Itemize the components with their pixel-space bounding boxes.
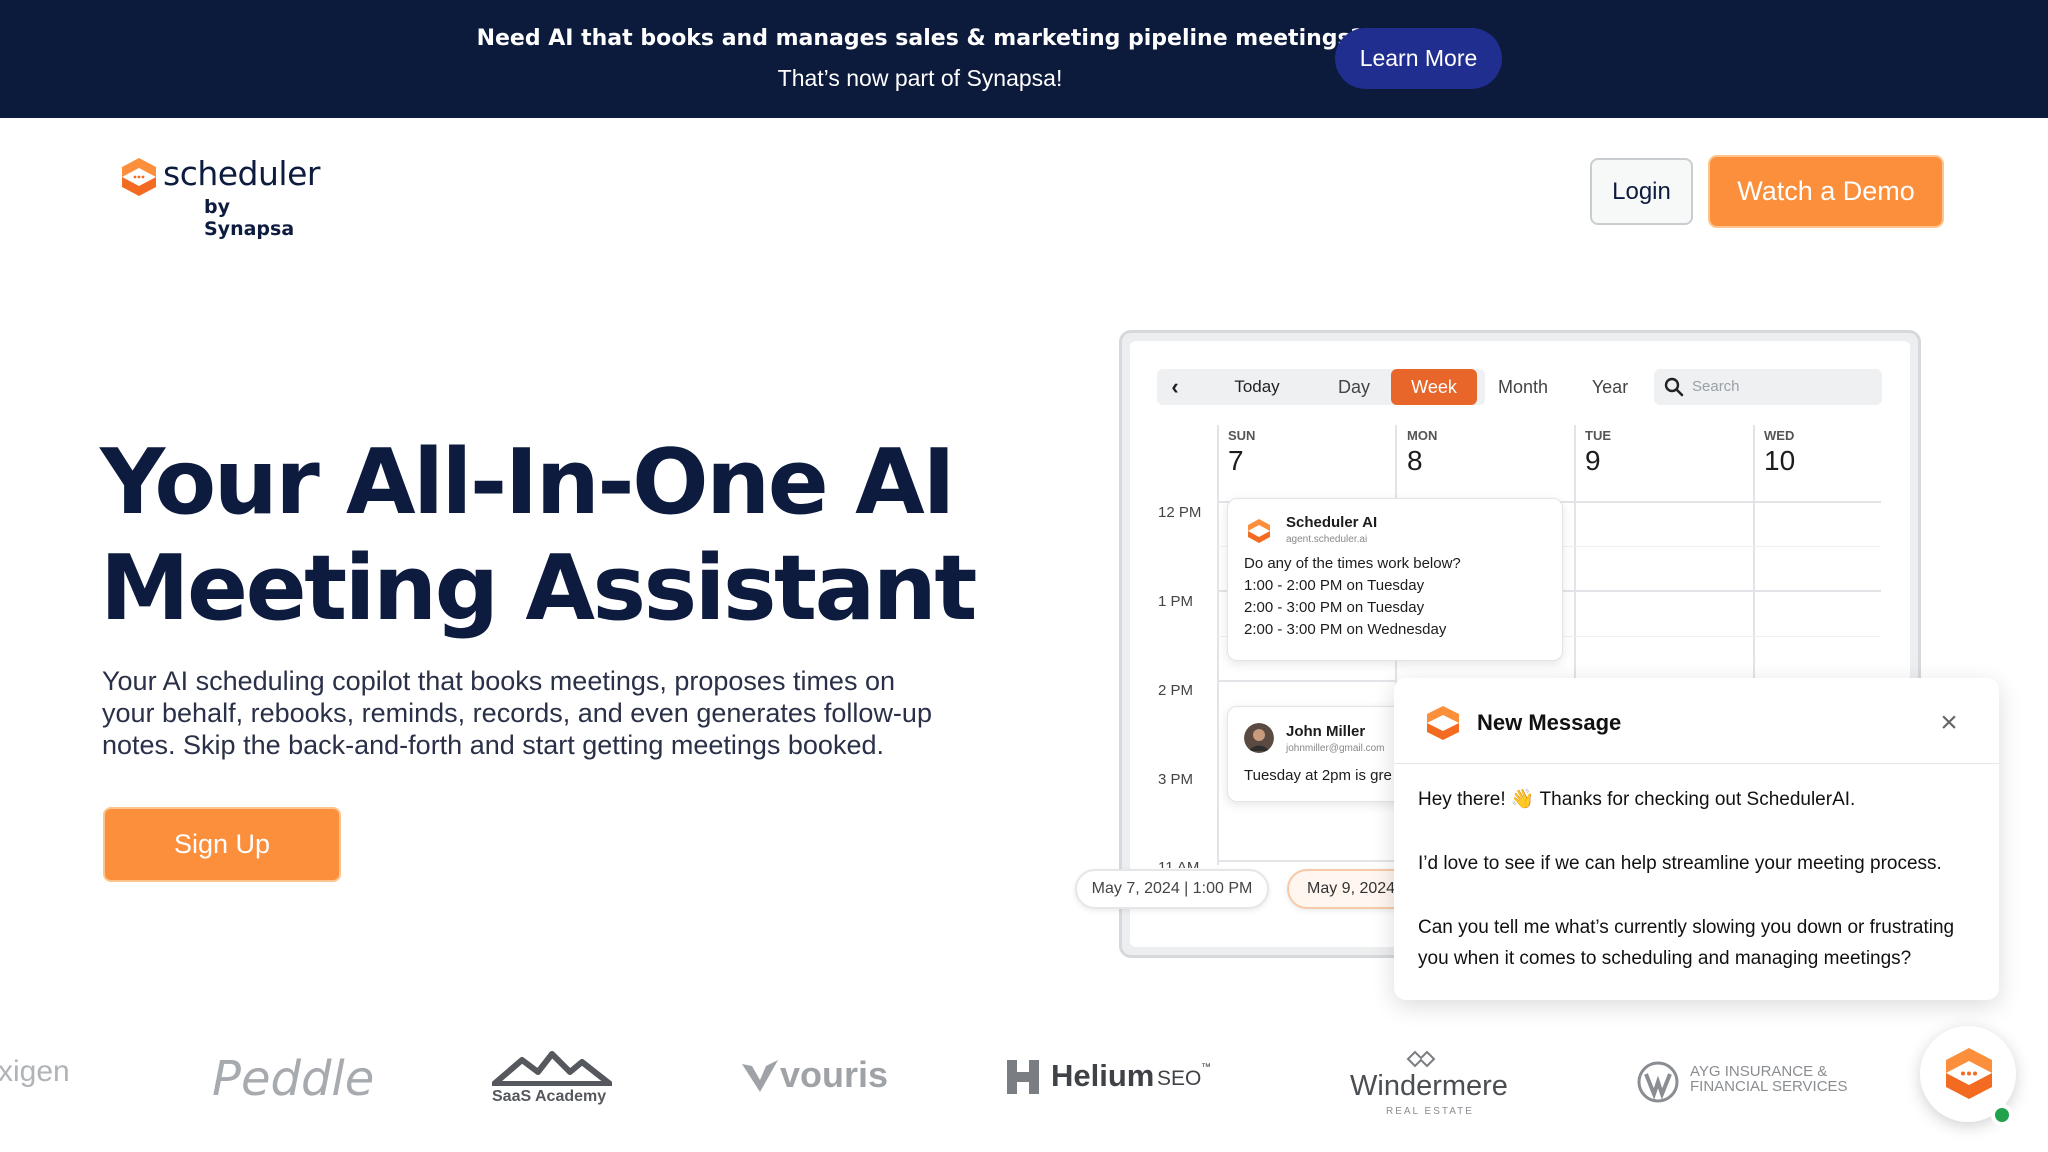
day-number: 9 [1585, 445, 1601, 476]
time-label-2pm: 2 PM [1158, 682, 1194, 699]
ayg-label-line-1: AYG INSURANCE & [1690, 1063, 1828, 1080]
hero-title: Your All-In-One AI Meeting Assistant [100, 430, 1000, 642]
day-name: SUN [1228, 428, 1256, 443]
hero-subtitle: Your AI scheduling copilot that books me… [102, 665, 1022, 761]
day-number: 10 [1764, 445, 1796, 476]
grid-line [1217, 425, 1219, 865]
search-placeholder: Search [1692, 378, 1740, 395]
date-pill: May 7, 2024 | 1:00 PM [1075, 869, 1269, 909]
ayg-insurance-logo: AYG INSURANCE & FINANCIAL SERVICES [1636, 1060, 1876, 1104]
windermere-label: Windermere [1350, 1070, 1508, 1102]
helium-mark-icon [1007, 1060, 1039, 1094]
saas-academy-logo: SaaS Academy [491, 1050, 613, 1110]
event-sender-email: johnmiller@gmail.com [1286, 743, 1385, 754]
learn-more-button[interactable]: Learn More [1335, 28, 1502, 89]
saas-academy-label: SaaS Academy [492, 1088, 607, 1105]
scheduler-logo-icon [122, 158, 156, 196]
day-header-wed: WED 10 [1764, 428, 1795, 477]
event-line: Do any of the times work below? [1244, 555, 1461, 572]
time-label-11am: 11 AM [1158, 859, 1200, 868]
event-sender-email: agent.scheduler.ai [1286, 534, 1368, 545]
today-button[interactable]: Today [1207, 369, 1307, 405]
chat-header: New Message × [1394, 678, 1999, 764]
time-label-1pm: 1 PM [1158, 593, 1194, 610]
event-message: Tuesday at 2pm is gre [1244, 767, 1392, 784]
ayg-label: AYG INSURANCE & FINANCIAL SERVICES [1690, 1064, 1848, 1094]
hero-subtitle-line-2: your behalf, rebooks, reminds, records, … [102, 698, 932, 728]
tab-month[interactable]: Month [1490, 369, 1556, 405]
event-sender-name: Scheduler AI [1286, 514, 1378, 531]
event-sender-name: John Miller [1286, 723, 1366, 740]
banner-text: Need AI that books and manages sales & m… [400, 22, 1440, 96]
chat-title: New Message [1477, 710, 1622, 735]
vouris-mark-icon [742, 1060, 778, 1092]
ayg-label-line-2: FINANCIAL SERVICES [1690, 1078, 1848, 1095]
event-line: 2:00 - 3:00 PM on Tuesday [1244, 599, 1425, 616]
time-label-3pm: 3 PM [1158, 771, 1194, 788]
chat-message-2: I’d love to see if we can help streamlin… [1418, 853, 1942, 874]
event-line: 1:00 - 2:00 PM on Tuesday [1244, 577, 1425, 594]
event-line: 2:00 - 3:00 PM on Wednesday [1244, 621, 1447, 638]
close-icon[interactable]: × [1934, 708, 1964, 738]
grid-line [1753, 425, 1755, 685]
logo-name: scheduler [163, 154, 320, 193]
windermere-logo: Windermere REAL ESTATE [1350, 1050, 1508, 1117]
oxygen-logo: xigen [0, 1055, 70, 1088]
day-header-sun: SUN 7 [1228, 428, 1255, 477]
helium-seo-label: SEO [1157, 1067, 1202, 1090]
grid-line [1217, 680, 1397, 682]
hero-title-line-2: Meeting Assistant [100, 536, 977, 641]
chat-message-3: Can you tell me what’s currently slowing… [1418, 917, 1955, 969]
banner-subtitle: That’s now part of Synapsa! [777, 65, 1063, 91]
tab-year[interactable]: Year [1582, 369, 1638, 405]
day-header-tue: TUE 9 [1585, 428, 1611, 477]
day-number: 7 [1228, 445, 1244, 476]
mountains-icon [491, 1051, 613, 1087]
chat-message-1: Hey there! 👋 Thanks for checking out Sch… [1418, 789, 1856, 810]
logo-by-synapsa: by Synapsa [204, 196, 295, 240]
helium-label: Helium [1051, 1058, 1155, 1093]
day-header-mon: MON 8 [1407, 428, 1437, 477]
chevron-left-icon[interactable]: ‹ [1157, 369, 1193, 405]
time-label-12pm: 12 PM [1158, 504, 1202, 521]
hero-subtitle-line-3: notes. Skip the back-and-forth and start… [102, 730, 884, 760]
ayg-mark-icon [1637, 1061, 1679, 1103]
calendar-search-input[interactable]: Search [1654, 369, 1882, 405]
event-message: Do any of the times work below? 1:00 - 2… [1244, 553, 1461, 641]
tab-day[interactable]: Day [1326, 369, 1382, 405]
scheduler-logo-icon [1427, 706, 1459, 740]
hero-title-line-1: Your All-In-One AI [100, 430, 956, 535]
sign-up-button[interactable]: Sign Up [103, 807, 341, 882]
search-icon [1664, 377, 1684, 397]
vouris-label: vouris [780, 1054, 889, 1095]
grid-line [1574, 425, 1576, 685]
login-button[interactable]: Login [1590, 158, 1693, 225]
windermere-mark-icon [1406, 1050, 1436, 1068]
day-number: 8 [1407, 445, 1423, 476]
scheduler-ai-avatar-icon [1244, 516, 1274, 546]
scheduler-logo[interactable]: scheduler by Synapsa [118, 154, 320, 240]
scheduler-ai-event-card[interactable]: Scheduler AI agent.scheduler.ai Do any o… [1227, 498, 1563, 661]
helium-tm: ™ [1201, 1062, 1211, 1073]
announcement-banner: Need AI that books and manages sales & m… [0, 0, 2048, 118]
customer-logos-strip: xigen Peddle SaaS Academy vouris Helium … [0, 1036, 2048, 1152]
day-name: WED [1764, 428, 1795, 443]
chat-popup: New Message × Hey there! 👋 Thanks for ch… [1394, 678, 1999, 1000]
peddle-logo: Peddle [212, 1051, 375, 1107]
windermere-sub-label: REAL ESTATE [1386, 1106, 1474, 1117]
day-name: TUE [1585, 428, 1611, 443]
john-miller-avatar [1244, 723, 1274, 753]
watch-demo-button[interactable]: Watch a Demo [1708, 155, 1944, 228]
hero-subtitle-line-1: Your AI scheduling copilot that books me… [102, 666, 895, 696]
grid-line [1217, 860, 1397, 862]
tab-week[interactable]: Week [1391, 369, 1477, 405]
day-name: MON [1407, 428, 1438, 443]
banner-title: Need AI that books and manages sales & m… [476, 26, 1364, 51]
